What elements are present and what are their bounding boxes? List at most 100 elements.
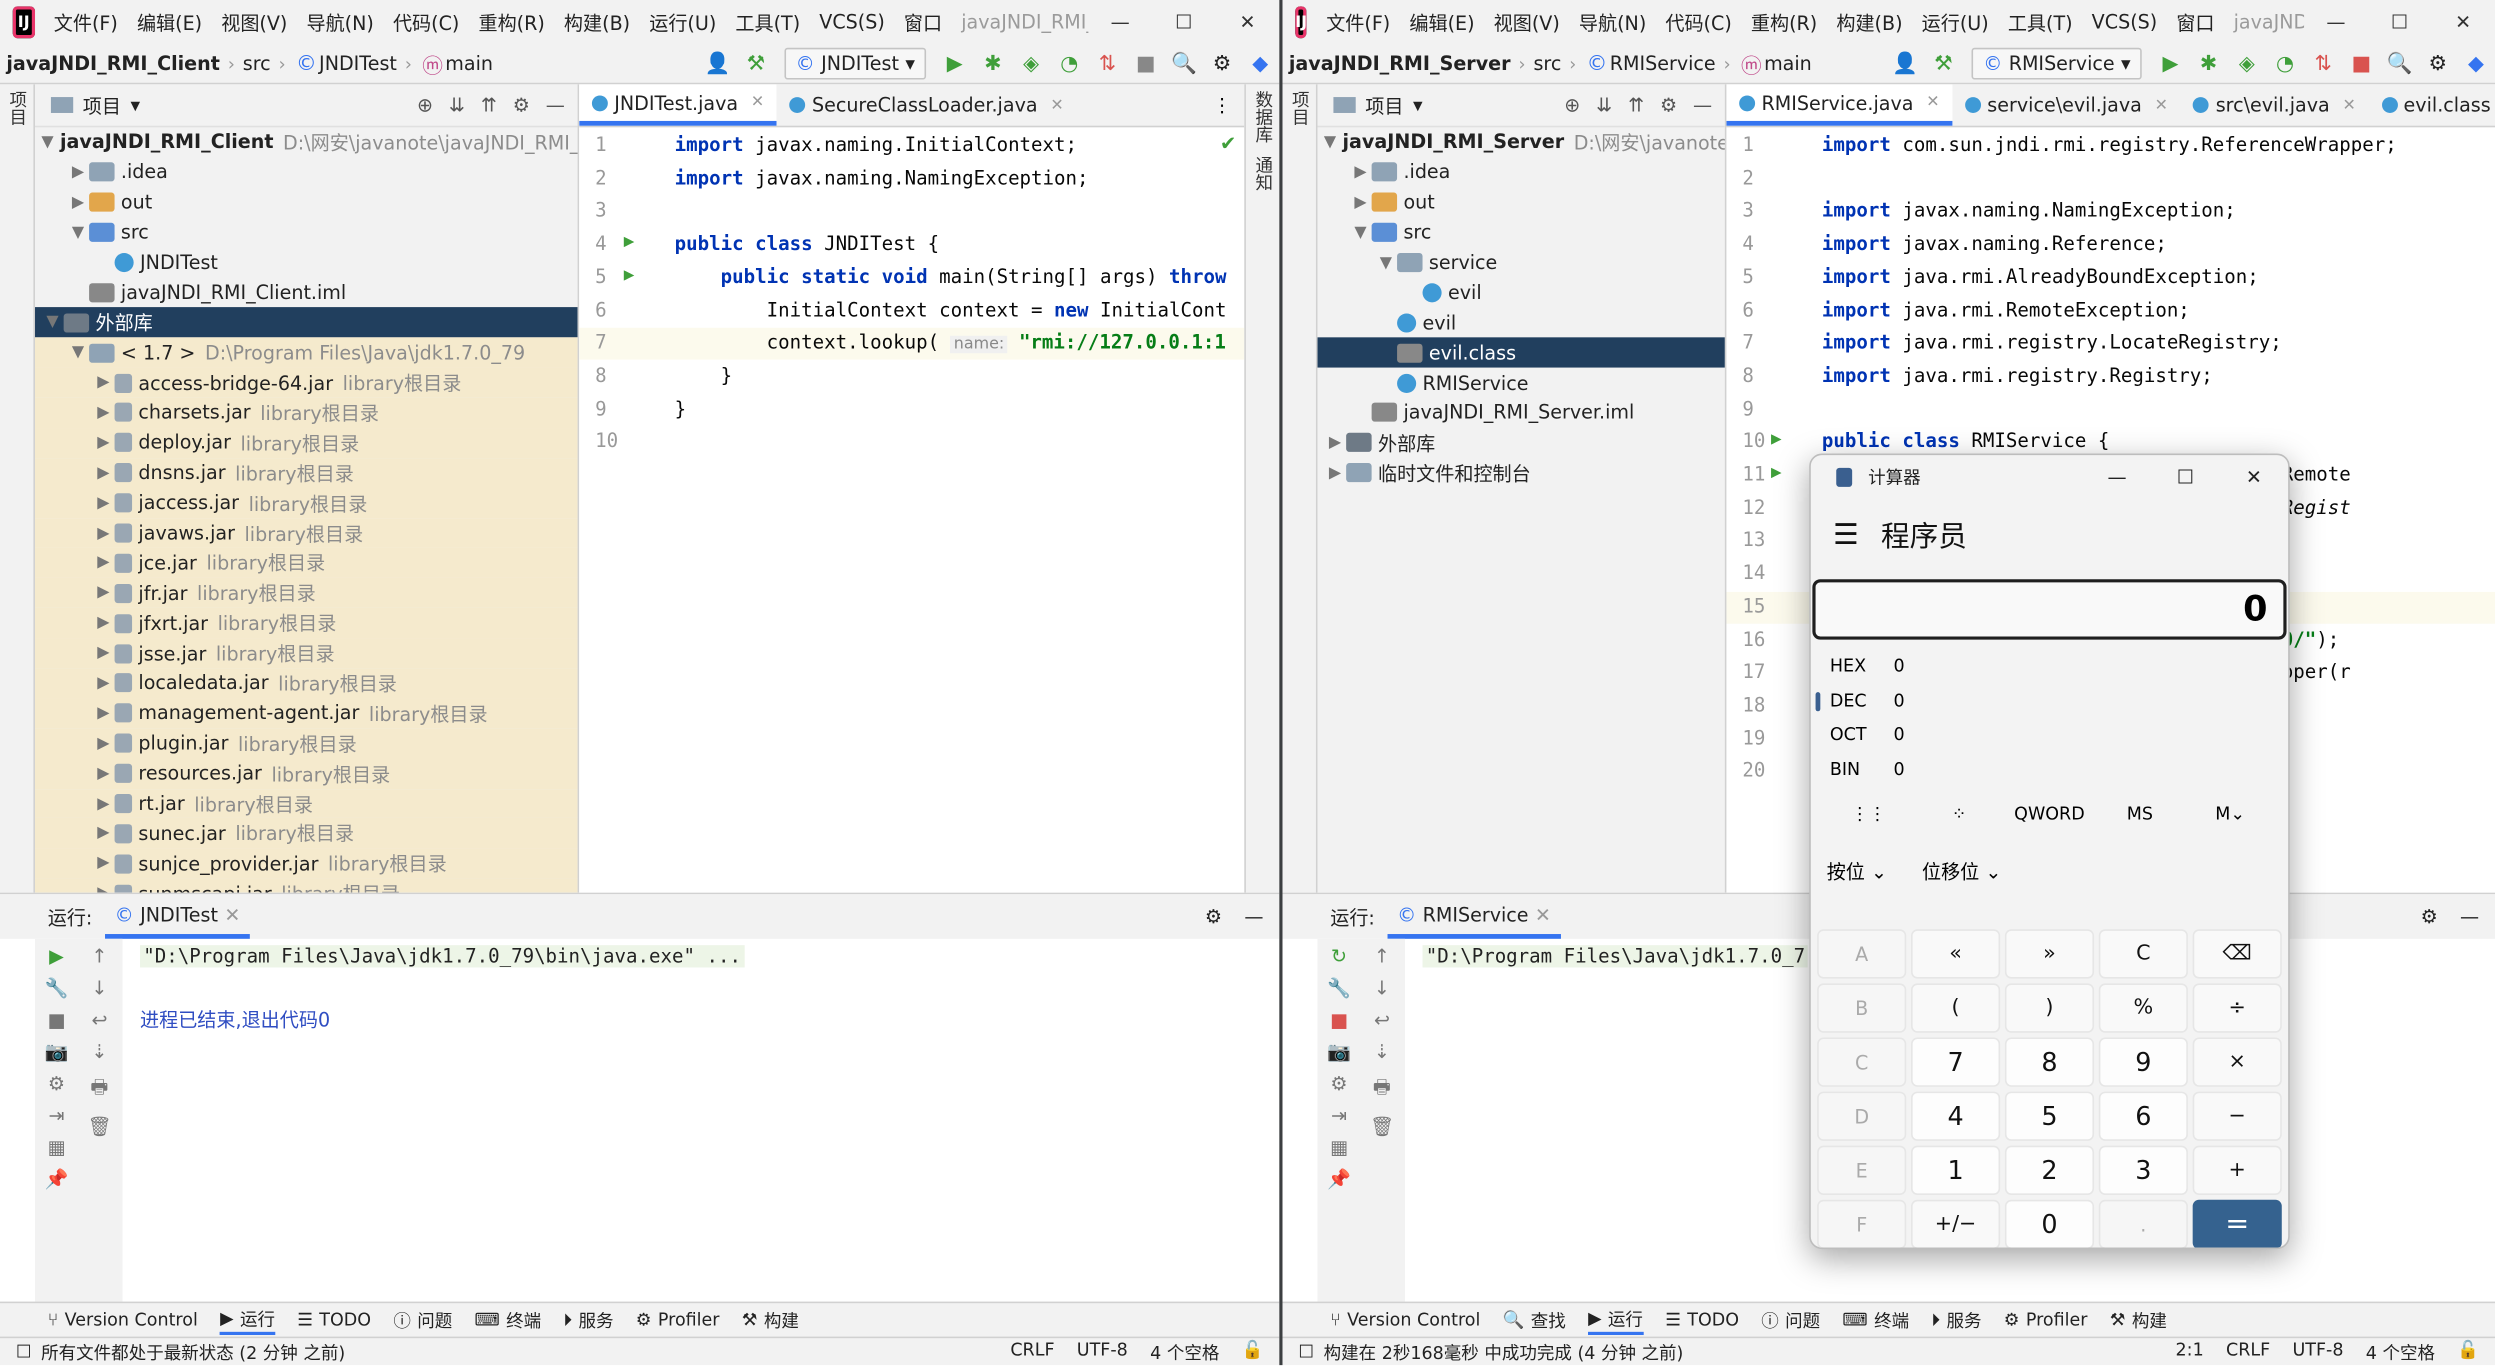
collapsed-arrow-icon[interactable]: ▶ (92, 404, 114, 422)
maximize-icon[interactable]: ☐ (2368, 0, 2432, 45)
hide-icon[interactable]: — (1244, 905, 1263, 927)
tree-item[interactable]: ▶ plugin.jar library根目录 (35, 728, 578, 759)
calculator-key[interactable]: A (1817, 929, 1907, 979)
close-tab-icon[interactable]: ✕ (2155, 96, 2168, 114)
collapsed-arrow-icon[interactable]: ▶ (92, 434, 114, 452)
tree-item[interactable]: ▶ jsse.jar library根目录 (35, 638, 578, 669)
tool-window-button[interactable]: ⓘ 问题 (393, 1307, 452, 1332)
menu-item[interactable]: 视图(V) (1484, 9, 1569, 36)
collapsed-arrow-icon[interactable]: ▶ (92, 825, 114, 843)
breadcrumb-src[interactable]: src (1527, 53, 1568, 75)
calculator-key[interactable]: +/− (1911, 1199, 2001, 1248)
calculator-key[interactable]: × (2192, 1037, 2282, 1087)
print-icon[interactable]: 🖶 (90, 1072, 108, 1105)
status-item[interactable]: 4 个空格 (2366, 1339, 2435, 1364)
gear-icon[interactable]: ⚙ (1660, 94, 1677, 116)
run-gutter-icon[interactable]: ▶ (1771, 461, 1782, 482)
hide-icon[interactable]: — (1693, 94, 1712, 116)
collapsed-arrow-icon[interactable]: ▶ (1324, 464, 1346, 482)
collapsed-arrow-icon[interactable]: ▶ (92, 675, 114, 693)
menu-item[interactable]: 文件(F) (44, 9, 127, 36)
tree-item[interactable]: evil.class (1317, 337, 1725, 368)
stop-icon[interactable]: ■ (1127, 45, 1165, 83)
right-tool-label[interactable]: 数据库 (1250, 84, 1275, 149)
run-gutter-icon[interactable]: ▶ (624, 231, 635, 252)
stop-icon[interactable]: ■ (2342, 45, 2380, 83)
profile-icon[interactable]: ◔ (1050, 45, 1088, 83)
calculator-key[interactable]: E (1817, 1145, 1907, 1195)
stop-icon[interactable]: ■ (1330, 1009, 1348, 1031)
calculator-key[interactable]: = (2192, 1199, 2282, 1248)
tree-item[interactable]: ▼ 外部库 (35, 307, 578, 338)
collapsed-arrow-icon[interactable]: ▶ (67, 194, 89, 212)
menu-item[interactable]: 编辑(E) (127, 9, 211, 36)
tree-item[interactable]: ▶ .idea (35, 157, 578, 187)
menu-item[interactable]: 工具(T) (1998, 9, 2082, 36)
tool-window-button[interactable]: ⚙ Profiler (2004, 1310, 2088, 1331)
calculator-key[interactable]: − (2192, 1091, 2282, 1141)
project-tool-label[interactable]: 项目 (4, 84, 29, 132)
expanded-arrow-icon[interactable]: ▼ (41, 134, 53, 152)
build-hammer-icon[interactable]: ⚒ (1924, 45, 1962, 83)
editor-tab[interactable]: src\evil.java ✕ (2181, 84, 2369, 125)
build-icon[interactable]: ⇅ (1088, 45, 1126, 83)
menu-item[interactable]: VCS(S) (2082, 11, 2167, 33)
run-configuration-select[interactable]: © RMIService ▾ (1972, 47, 2142, 80)
editor-tab[interactable]: RMIService.java ✕ (1726, 84, 1953, 126)
soft-wrap-icon[interactable]: ↩ (91, 1009, 107, 1031)
collapsed-arrow-icon[interactable]: ▶ (92, 615, 114, 633)
tool-window-button[interactable]: ⓘ 问题 (1761, 1307, 1820, 1332)
tool-window-button[interactable]: ⏵ 服务 (1931, 1307, 1981, 1332)
collapsed-arrow-icon[interactable]: ▶ (67, 164, 89, 182)
debug-icon[interactable]: ✱ (974, 45, 1012, 83)
hide-icon[interactable]: — (2460, 905, 2479, 927)
keypad-icon[interactable]: ⋮⋮ (1824, 803, 1914, 824)
right-tool-label[interactable]: 通知 (1250, 150, 1275, 198)
trash-icon[interactable]: 🗑 (1370, 1115, 1394, 1137)
gear-icon[interactable]: ⚙ (2419, 45, 2457, 83)
calculator-key[interactable]: 3 (2098, 1145, 2188, 1195)
gear-icon[interactable]: ⚙ (1205, 905, 1222, 927)
tree-item[interactable]: ▶ sunmscapi.jar library根目录 (35, 878, 578, 893)
build-hammer-icon[interactable]: ⚒ (737, 45, 775, 83)
coverage-icon[interactable]: ◈ (2228, 45, 2266, 83)
menu-item[interactable]: 代码(C) (383, 9, 469, 36)
collapsed-arrow-icon[interactable]: ▶ (92, 584, 114, 602)
tree-item[interactable]: ▶ jce.jar library根目录 (35, 548, 578, 579)
tree-item[interactable]: ▶ access-bridge-64.jar library根目录 (35, 367, 578, 398)
breadcrumb-src[interactable]: src (236, 53, 277, 75)
menu-item[interactable]: 导航(N) (297, 9, 383, 36)
tool-window-button[interactable]: ⑂ Version Control (1330, 1310, 1480, 1331)
pin-icon[interactable]: 📌 (1327, 1168, 1351, 1190)
collapsed-arrow-icon[interactable]: ▶ (92, 885, 114, 893)
calculator-key[interactable]: 2 (2004, 1145, 2095, 1195)
minimize-icon[interactable]: — (2304, 0, 2368, 45)
run-gutter-icon[interactable]: ▶ (624, 264, 635, 285)
status-item[interactable]: UTF-8 (1077, 1339, 1128, 1364)
tree-item[interactable]: ▼ src (1318, 217, 1725, 247)
menu-item[interactable]: 重构(R) (1741, 9, 1826, 36)
tree-item[interactable]: ▶ resources.jar library根目录 (35, 758, 578, 789)
tree-item[interactable]: ▶ 外部库 (1318, 428, 1725, 458)
tree-item[interactable]: ▼ javaJNDI_RMI_Server D:\网安\javanote\ (1318, 127, 1725, 157)
project-tool-label[interactable]: 项目 (1286, 84, 1311, 132)
print-icon[interactable]: 🖶 (1373, 1072, 1391, 1105)
collapsed-arrow-icon[interactable]: ▶ (92, 705, 114, 723)
tool-window-button[interactable]: ⏵ 服务 (563, 1307, 613, 1332)
lock-icon[interactable]: 🔓 (1242, 1339, 1264, 1364)
tree-item[interactable]: ▼ < 1.7 > D:\Program Files\Java\jdk1.7.0_7… (35, 337, 578, 368)
tree-item[interactable]: ▶ 临时文件和控制台 (1318, 458, 1725, 488)
wrench-icon[interactable]: 🔧 (1327, 977, 1351, 999)
close-tab-icon[interactable]: ✕ (1535, 903, 1551, 925)
menu-item[interactable]: 构建(B) (554, 9, 639, 36)
bitwise-dropdown[interactable]: 按位 ⌄ (1827, 857, 1887, 884)
run-icon[interactable]: ▶ (2151, 45, 2189, 83)
collapsed-arrow-icon[interactable]: ▶ (1349, 194, 1371, 212)
editor-tab[interactable]: evil.class✕ (2369, 84, 2495, 125)
collapsed-arrow-icon[interactable]: ▶ (92, 855, 114, 873)
tree-item[interactable]: javaJNDI_RMI_Client.iml (35, 278, 578, 308)
calculator-key[interactable]: C (2098, 929, 2188, 979)
close-icon[interactable]: ✕ (2220, 466, 2288, 488)
scroll-end-icon[interactable]: ⇣ (91, 1041, 107, 1063)
tree-item[interactable]: evil (1318, 308, 1725, 338)
